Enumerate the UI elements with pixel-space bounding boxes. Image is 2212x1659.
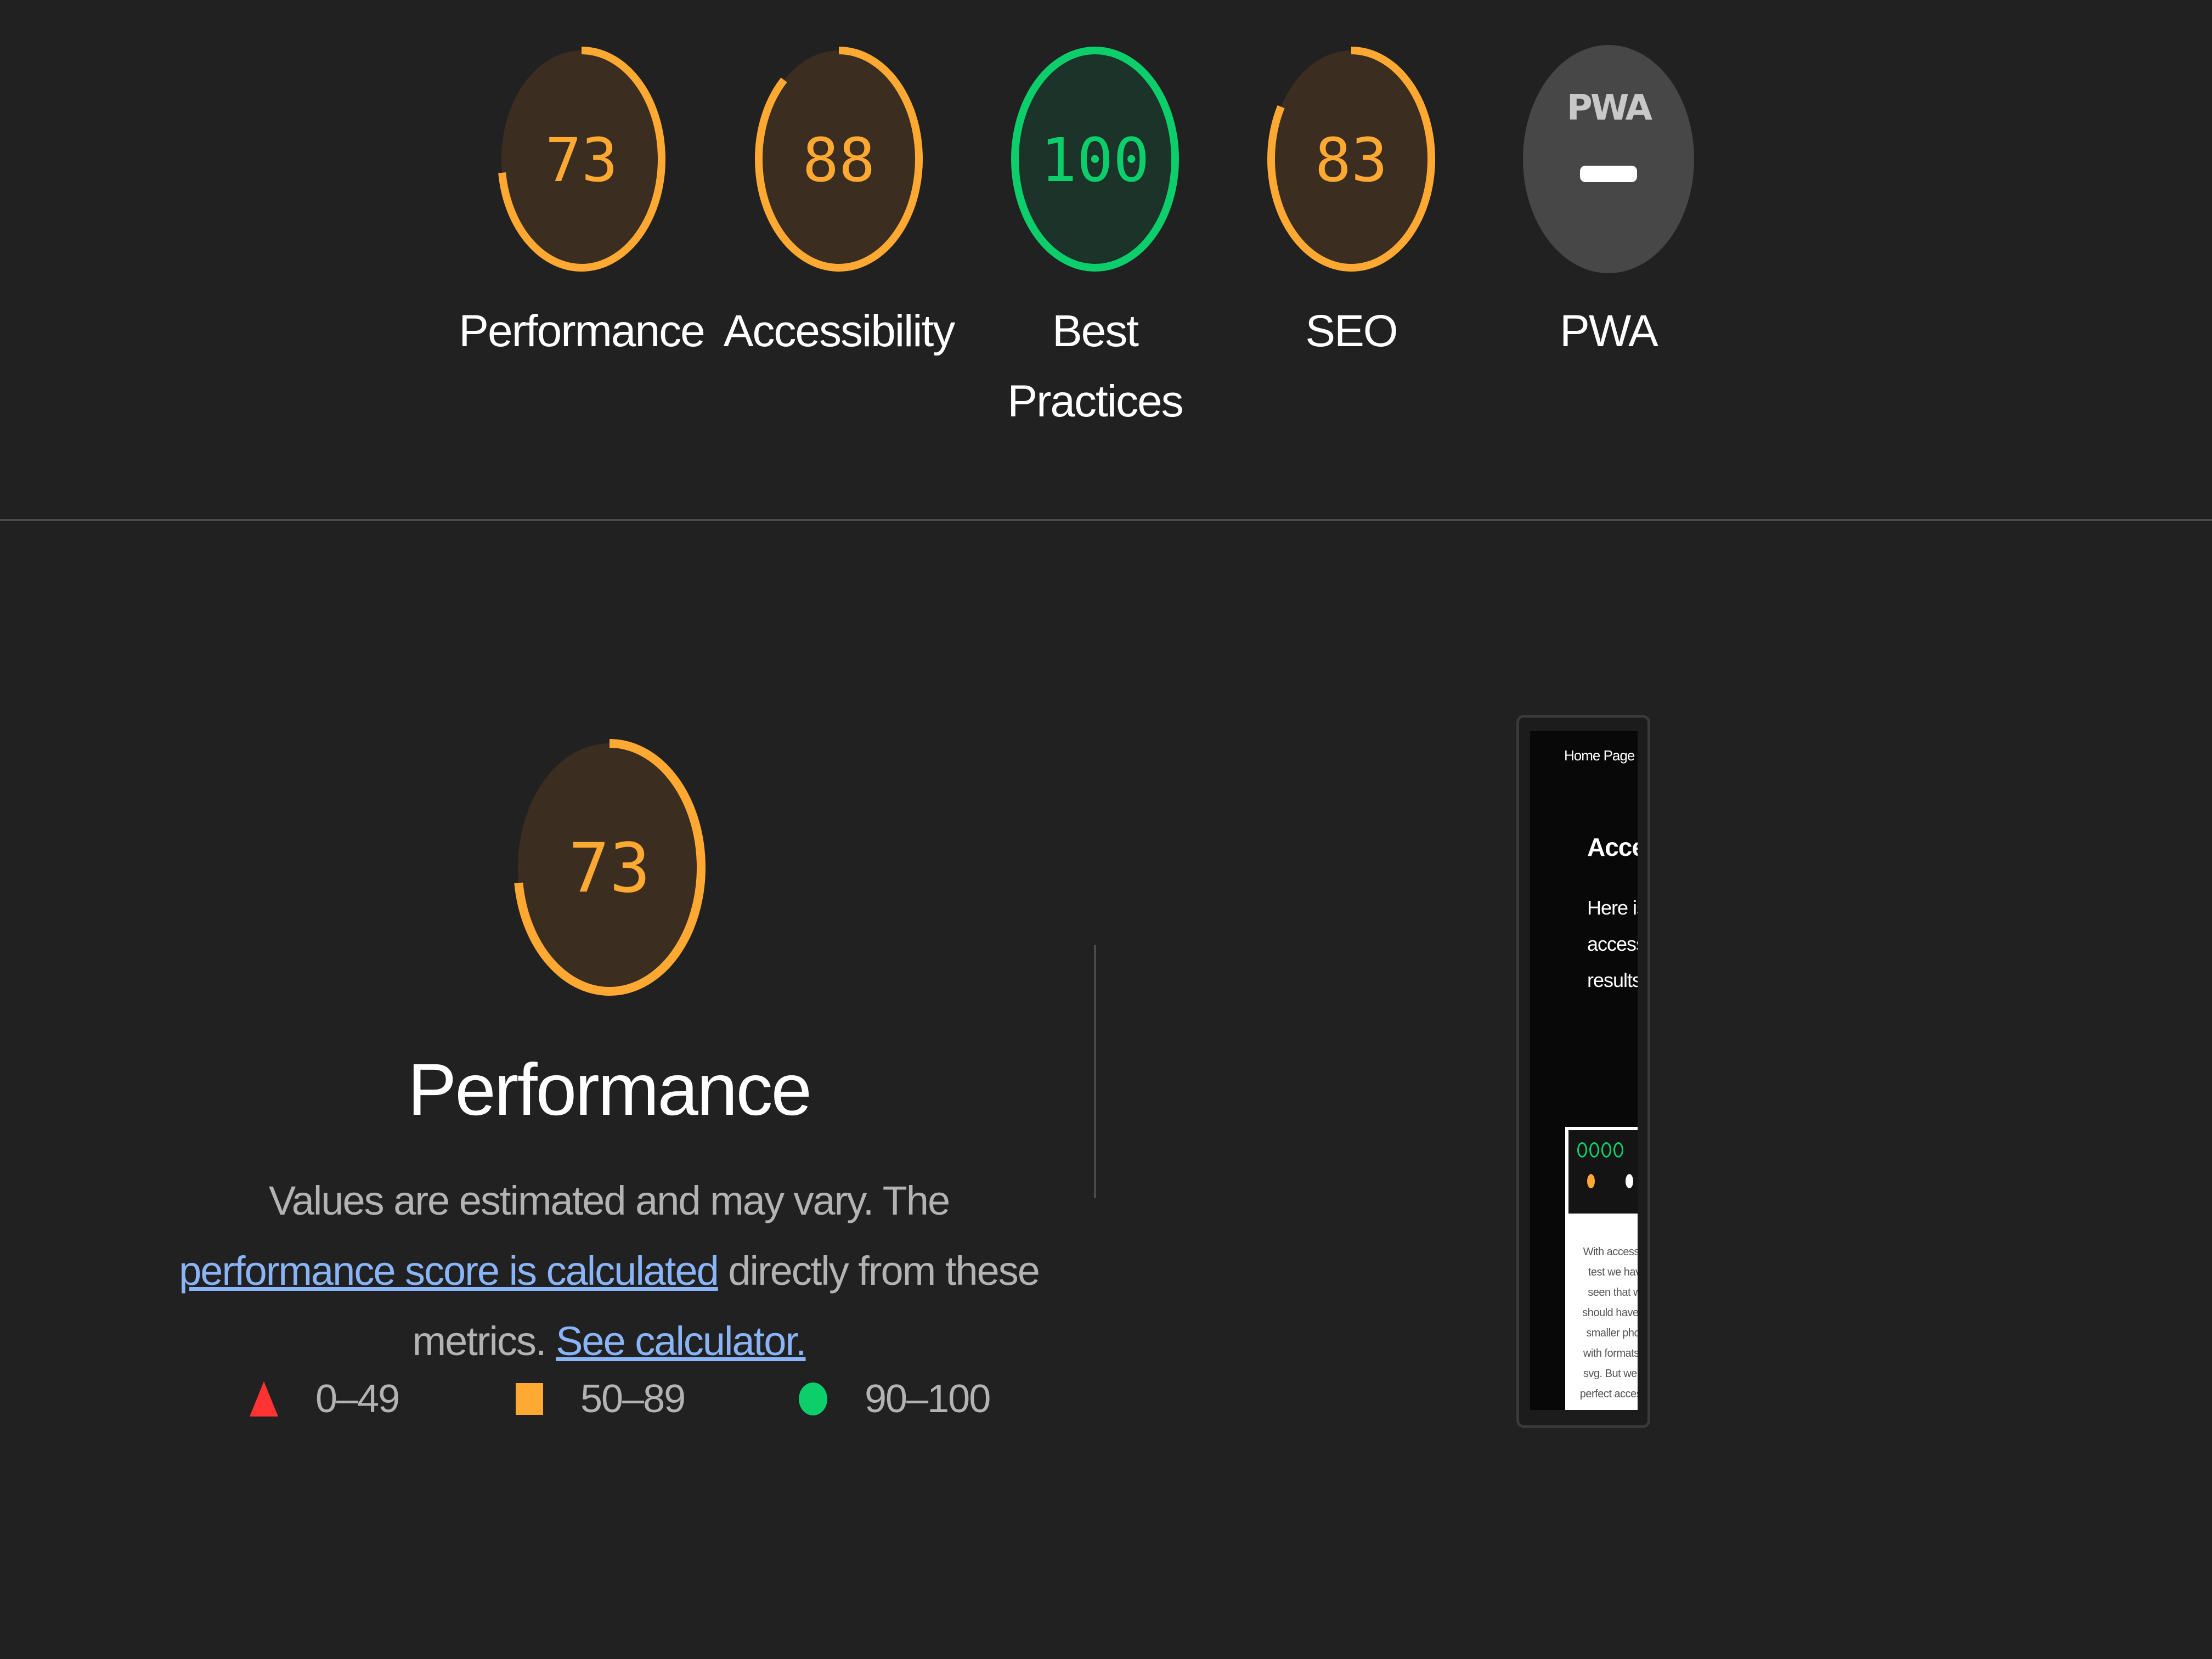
description-text-1: Values are estimated and may vary. The (268, 1178, 950, 1223)
gauge-seo-score: 83 (1315, 125, 1387, 195)
performance-gauge-large: 73 (512, 737, 707, 1001)
legend-item-average: 50–89 (516, 1372, 686, 1426)
mini-gauge-icon (1589, 1142, 1599, 1158)
gauge-seo-label: SEO (1305, 306, 1398, 356)
gauge-accessibility[interactable]: 88 Accessibility (713, 44, 965, 366)
gauge-pwa[interactable]: PWA PWA (1482, 44, 1735, 366)
performance-gauge-ring: 73 (514, 739, 706, 996)
mini-gauge-icon (1626, 1174, 1633, 1188)
legend-item-pass: 90–100 (799, 1372, 991, 1426)
performance-score: 73 (568, 829, 650, 908)
fail-triangle-icon (250, 1381, 278, 1417)
pwa-logo-text: PWA (1567, 88, 1653, 128)
mini-gauge-icon (1587, 1174, 1595, 1188)
gauge-seo[interactable]: 83 SEO (1225, 44, 1477, 366)
gauge-pwa-badge: PWA (1523, 45, 1694, 273)
legend-range-average: 50–89 (580, 1377, 686, 1421)
performance-description: Values are estimated and may vary. The p… (170, 1166, 1048, 1376)
gauge-best-practices[interactable]: 100 Best Practices (969, 44, 1221, 437)
vertical-divider (1094, 945, 1096, 1198)
gauge-accessibility-ring: 88 (755, 47, 923, 272)
gauge-pwa-fill (1523, 45, 1694, 273)
mini-gauge-icon (1613, 1142, 1623, 1158)
legend-item-fail: 0–49 (250, 1372, 400, 1426)
performance-title: Performance (407, 1049, 812, 1131)
legend-range-fail: 0–49 (315, 1377, 400, 1421)
screenshot-card-text: With accessibil test we have seen that w… (1579, 1246, 1638, 1400)
category-gauges: 73 Performance 88 Accessibility 100 Best… (0, 0, 2212, 519)
screenshot-nav-text: Home Page Cont (1564, 747, 1638, 764)
screenshot-paragraph: Here is access results (1587, 890, 1638, 998)
pwa-not-applicable-dash-icon (1580, 166, 1637, 182)
mini-gauge-icon (1601, 1142, 1611, 1158)
gauge-best-practices-ring: 100 (1011, 47, 1179, 272)
score-scale-legend: 0–49 50–89 90–100 (0, 1372, 1097, 1426)
gauge-seo-ring: 83 (1267, 47, 1435, 272)
screenshot-card-image (1568, 1130, 1638, 1214)
final-screenshot-thumbnail[interactable]: Home Page Cont Acce Here is access resul… (1516, 715, 1650, 1428)
gauge-performance-ring: 73 (498, 47, 665, 272)
screenshot-card: With accessibil test we have seen that w… (1565, 1127, 1638, 1410)
screenshot-text-line: access (1587, 933, 1638, 955)
legend-range-pass: 90–100 (865, 1377, 991, 1421)
section-divider (0, 519, 2212, 521)
screenshot-page: Home Page Cont Acce Here is access resul… (1530, 731, 1638, 1410)
pass-circle-icon (799, 1383, 827, 1415)
screenshot-heading: Acce (1587, 833, 1638, 861)
average-square-icon (516, 1383, 543, 1415)
performance-score-calculated-link[interactable]: performance score is calculated (179, 1248, 719, 1294)
screenshot-text-line: Here is (1587, 896, 1638, 919)
gauge-best-practices-score: 100 (1041, 125, 1150, 195)
gauge-performance-label: Performance (459, 306, 705, 356)
gauge-best-practices-label: Best Practices (1007, 306, 1183, 426)
gauge-accessibility-score: 88 (803, 125, 875, 195)
mini-gauge-icon (1577, 1142, 1587, 1158)
gauge-performance[interactable]: 73 Performance (455, 44, 708, 366)
gauge-performance-score: 73 (545, 125, 618, 195)
see-calculator-link[interactable]: See calculator. (556, 1318, 806, 1364)
screenshot-text-line: results (1587, 969, 1638, 991)
gauge-accessibility-label: Accessibility (723, 306, 956, 356)
gauge-pwa-label: PWA (1560, 306, 1658, 356)
